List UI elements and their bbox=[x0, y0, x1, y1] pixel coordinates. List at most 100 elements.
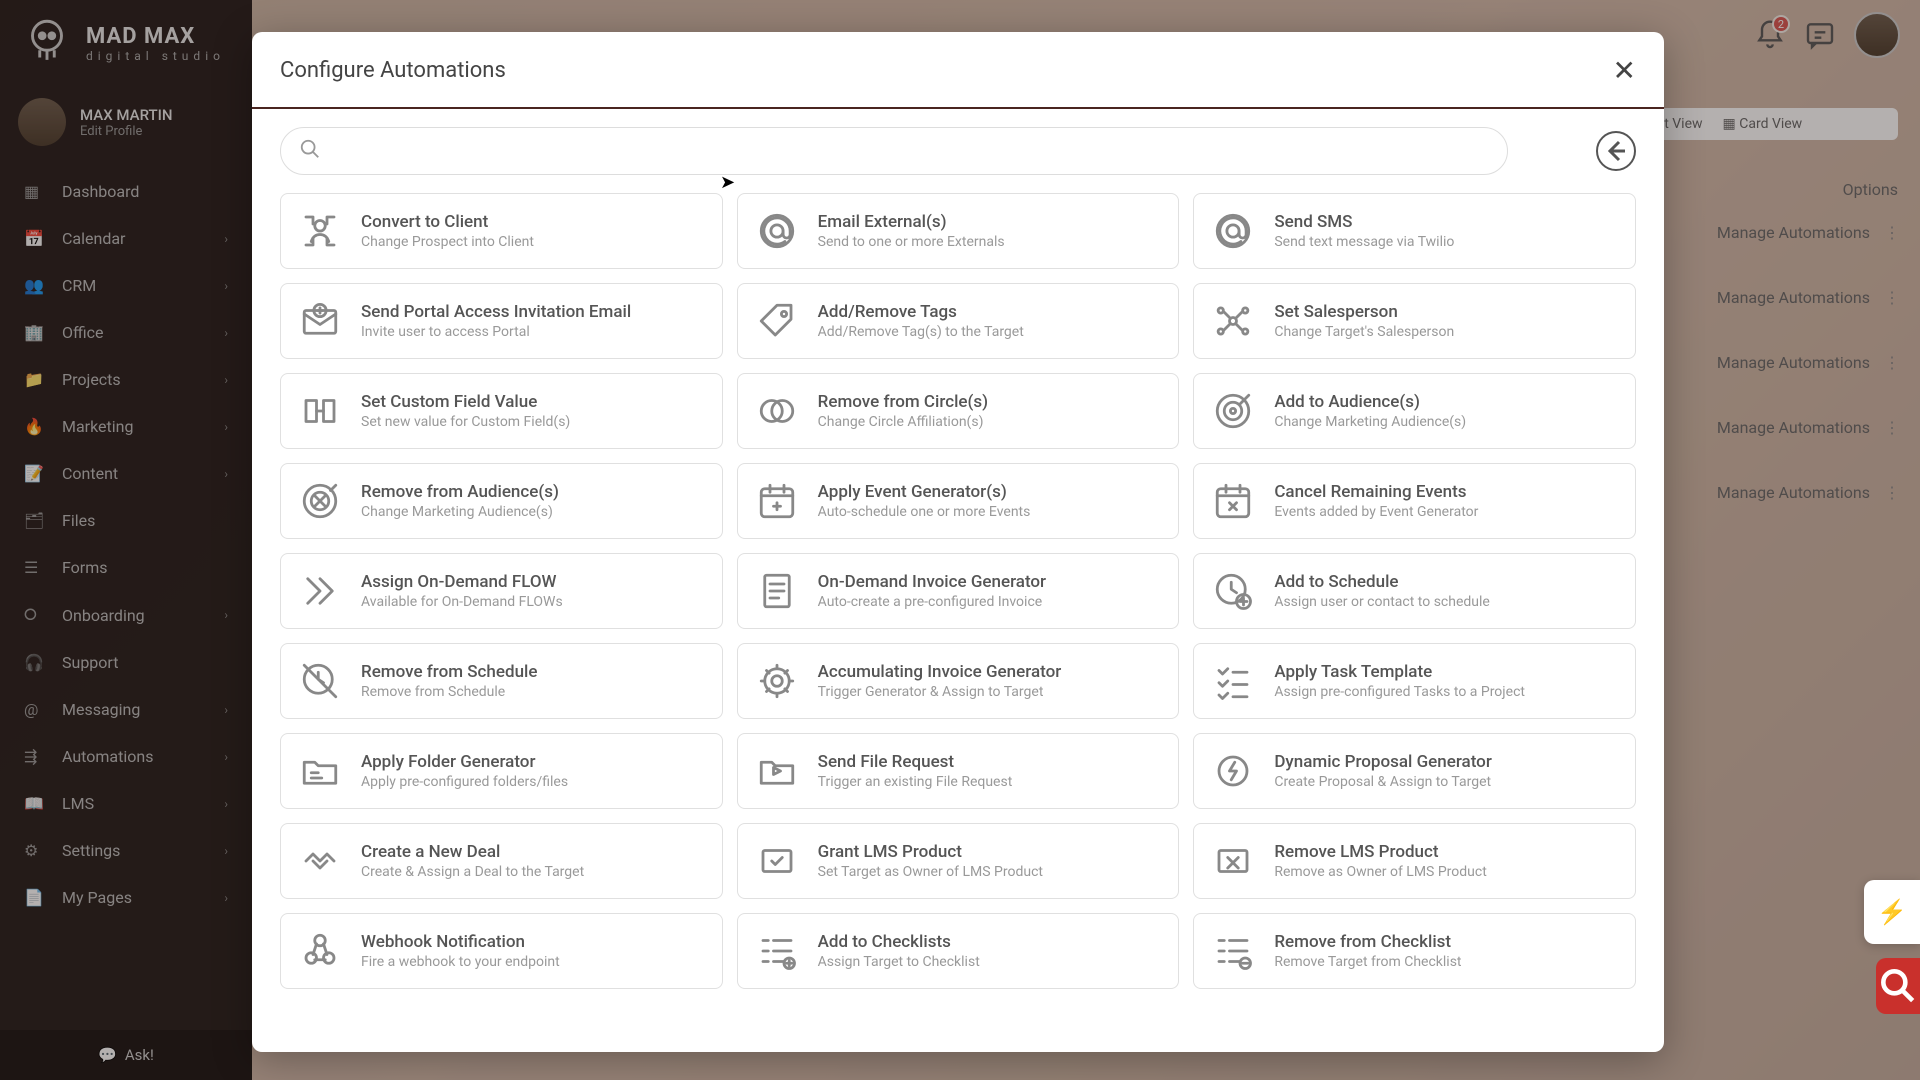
folder-gen-icon bbox=[299, 750, 341, 792]
automation-card-cancel-remaining-events[interactable]: Cancel Remaining Events Events added by … bbox=[1193, 463, 1636, 539]
user-convert-icon bbox=[299, 210, 341, 252]
webhook-icon bbox=[299, 930, 341, 972]
automation-card-send-file-request[interactable]: Send File Request Trigger an existing Fi… bbox=[737, 733, 1180, 809]
card-title: Assign On-Demand FLOW bbox=[361, 572, 563, 592]
card-title: Apply Task Template bbox=[1274, 662, 1525, 682]
clock-x-icon bbox=[299, 660, 341, 702]
card-title: Send SMS bbox=[1274, 212, 1454, 232]
card-title: Remove from Circle(s) bbox=[818, 392, 988, 412]
card-description: Auto-schedule one or more Events bbox=[818, 504, 1031, 520]
card-title: Add to Checklists bbox=[818, 932, 980, 952]
card-description: Create & Assign a Deal to the Target bbox=[361, 864, 584, 880]
automation-card-send-portal-access-invitation-email[interactable]: Send Portal Access Invitation Email Invi… bbox=[280, 283, 723, 359]
automation-card-assign-on-demand-flow[interactable]: Assign On-Demand FLOW Available for On-D… bbox=[280, 553, 723, 629]
card-description: Change Marketing Audience(s) bbox=[1274, 414, 1466, 430]
automation-card-remove-from-audience-s-[interactable]: Remove from Audience(s) Change Marketing… bbox=[280, 463, 723, 539]
automation-card-apply-event-generator-s-[interactable]: Apply Event Generator(s) Auto-schedule o… bbox=[737, 463, 1180, 539]
automation-card-convert-to-client[interactable]: Convert to Client Change Prospect into C… bbox=[280, 193, 723, 269]
automation-card-apply-task-template[interactable]: Apply Task Template Assign pre-configure… bbox=[1193, 643, 1636, 719]
card-description: Assign Target to Checklist bbox=[818, 954, 980, 970]
invoice-icon bbox=[756, 570, 798, 612]
card-title: Remove from Audience(s) bbox=[361, 482, 559, 502]
tag-icon bbox=[756, 300, 798, 342]
card-title: Send Portal Access Invitation Email bbox=[361, 302, 631, 322]
automation-card-dynamic-proposal-generator[interactable]: Dynamic Proposal Generator Create Propos… bbox=[1193, 733, 1636, 809]
configure-automations-modal: Configure Automations ✕ Convert to Clien… bbox=[252, 32, 1664, 1052]
automation-card-email-external-s-[interactable]: Email External(s) Send to one or more Ex… bbox=[737, 193, 1180, 269]
search-input[interactable] bbox=[333, 142, 1489, 160]
card-title: Accumulating Invoice Generator bbox=[818, 662, 1062, 682]
search-input-wrap[interactable] bbox=[280, 127, 1508, 175]
fab-lightning[interactable]: ⚡ bbox=[1864, 880, 1920, 944]
card-description: Apply pre-configured folders/files bbox=[361, 774, 568, 790]
automation-card-create-a-new-deal[interactable]: Create a New Deal Create & Assign a Deal… bbox=[280, 823, 723, 899]
at-icon bbox=[756, 210, 798, 252]
automation-cards-grid: Convert to Client Change Prospect into C… bbox=[252, 175, 1664, 1007]
automation-card-remove-from-checklist[interactable]: Remove from Checklist Remove Target from… bbox=[1193, 913, 1636, 989]
card-description: Events added by Event Generator bbox=[1274, 504, 1478, 520]
close-icon[interactable]: ✕ bbox=[1613, 54, 1636, 87]
card-title: Remove LMS Product bbox=[1274, 842, 1486, 862]
card-description: Add/Remove Tag(s) to the Target bbox=[818, 324, 1024, 340]
card-title: Add to Schedule bbox=[1274, 572, 1490, 592]
target-x-icon bbox=[299, 480, 341, 522]
mail-plus-icon bbox=[299, 300, 341, 342]
automation-card-remove-lms-product[interactable]: Remove LMS Product Remove as Owner of LM… bbox=[1193, 823, 1636, 899]
card-title: Set Salesperson bbox=[1274, 302, 1454, 322]
cart-check-icon bbox=[756, 840, 798, 882]
card-title: Remove from Checklist bbox=[1274, 932, 1461, 952]
card-description: Assign user or contact to schedule bbox=[1274, 594, 1490, 610]
modal-title: Configure Automations bbox=[280, 58, 506, 83]
slider-icon bbox=[299, 390, 341, 432]
card-title: Apply Folder Generator bbox=[361, 752, 568, 772]
automation-card-webhook-notification[interactable]: Webhook Notification Fire a webhook to y… bbox=[280, 913, 723, 989]
automation-card-send-sms[interactable]: Send SMS Send text message via Twilio bbox=[1193, 193, 1636, 269]
card-title: Add to Audience(s) bbox=[1274, 392, 1466, 412]
search-icon bbox=[299, 138, 321, 164]
automation-card-accumulating-invoice-generator[interactable]: Accumulating Invoice Generator Trigger G… bbox=[737, 643, 1180, 719]
handshake-icon bbox=[299, 840, 341, 882]
card-description: Trigger an existing File Request bbox=[818, 774, 1013, 790]
card-description: Available for On-Demand FLOWs bbox=[361, 594, 563, 610]
automation-card-add-to-audience-s-[interactable]: Add to Audience(s) Change Marketing Audi… bbox=[1193, 373, 1636, 449]
card-description: Create Proposal & Assign to Target bbox=[1274, 774, 1492, 790]
back-button[interactable] bbox=[1596, 131, 1636, 171]
card-title: Convert to Client bbox=[361, 212, 534, 232]
card-description: Auto-create a pre-configured Invoice bbox=[818, 594, 1046, 610]
card-title: Add/Remove Tags bbox=[818, 302, 1024, 322]
fab-search[interactable] bbox=[1876, 958, 1920, 1014]
automation-card-set-salesperson[interactable]: Set Salesperson Change Target's Salesper… bbox=[1193, 283, 1636, 359]
automation-card-set-custom-field-value[interactable]: Set Custom Field Value Set new value for… bbox=[280, 373, 723, 449]
automation-card-remove-from-schedule[interactable]: Remove from Schedule Remove from Schedul… bbox=[280, 643, 723, 719]
card-description: Remove as Owner of LMS Product bbox=[1274, 864, 1486, 880]
card-title: Email External(s) bbox=[818, 212, 1005, 232]
card-title: Create a New Deal bbox=[361, 842, 584, 862]
cart-x-icon bbox=[1212, 840, 1254, 882]
automation-card-remove-from-circle-s-[interactable]: Remove from Circle(s) Change Circle Affi… bbox=[737, 373, 1180, 449]
network-icon bbox=[1212, 300, 1254, 342]
automation-card-grant-lms-product[interactable]: Grant LMS Product Set Target as Owner of… bbox=[737, 823, 1180, 899]
checklist-plus-icon bbox=[756, 930, 798, 972]
circles-icon bbox=[756, 390, 798, 432]
automation-card-apply-folder-generator[interactable]: Apply Folder Generator Apply pre-configu… bbox=[280, 733, 723, 809]
card-title: Grant LMS Product bbox=[818, 842, 1043, 862]
card-title: Send File Request bbox=[818, 752, 1013, 772]
card-description: Trigger Generator & Assign to Target bbox=[818, 684, 1062, 700]
automation-card-add-remove-tags[interactable]: Add/Remove Tags Add/Remove Tag(s) to the… bbox=[737, 283, 1180, 359]
card-description: Remove from Schedule bbox=[361, 684, 537, 700]
folder-send-icon bbox=[756, 750, 798, 792]
automation-card-add-to-checklists[interactable]: Add to Checklists Assign Target to Check… bbox=[737, 913, 1180, 989]
gear-bolt-icon bbox=[1212, 750, 1254, 792]
card-description: Invite user to access Portal bbox=[361, 324, 631, 340]
card-description: Change Prospect into Client bbox=[361, 234, 534, 250]
card-description: Send text message via Twilio bbox=[1274, 234, 1454, 250]
card-title: Apply Event Generator(s) bbox=[818, 482, 1031, 502]
card-description: Change Circle Affiliation(s) bbox=[818, 414, 988, 430]
card-description: Change Marketing Audience(s) bbox=[361, 504, 559, 520]
card-description: Set new value for Custom Field(s) bbox=[361, 414, 570, 430]
calendar-plus-icon bbox=[756, 480, 798, 522]
checklist-icon bbox=[1212, 660, 1254, 702]
card-description: Change Target's Salesperson bbox=[1274, 324, 1454, 340]
automation-card-on-demand-invoice-generator[interactable]: On-Demand Invoice Generator Auto-create … bbox=[737, 553, 1180, 629]
automation-card-add-to-schedule[interactable]: Add to Schedule Assign user or contact t… bbox=[1193, 553, 1636, 629]
